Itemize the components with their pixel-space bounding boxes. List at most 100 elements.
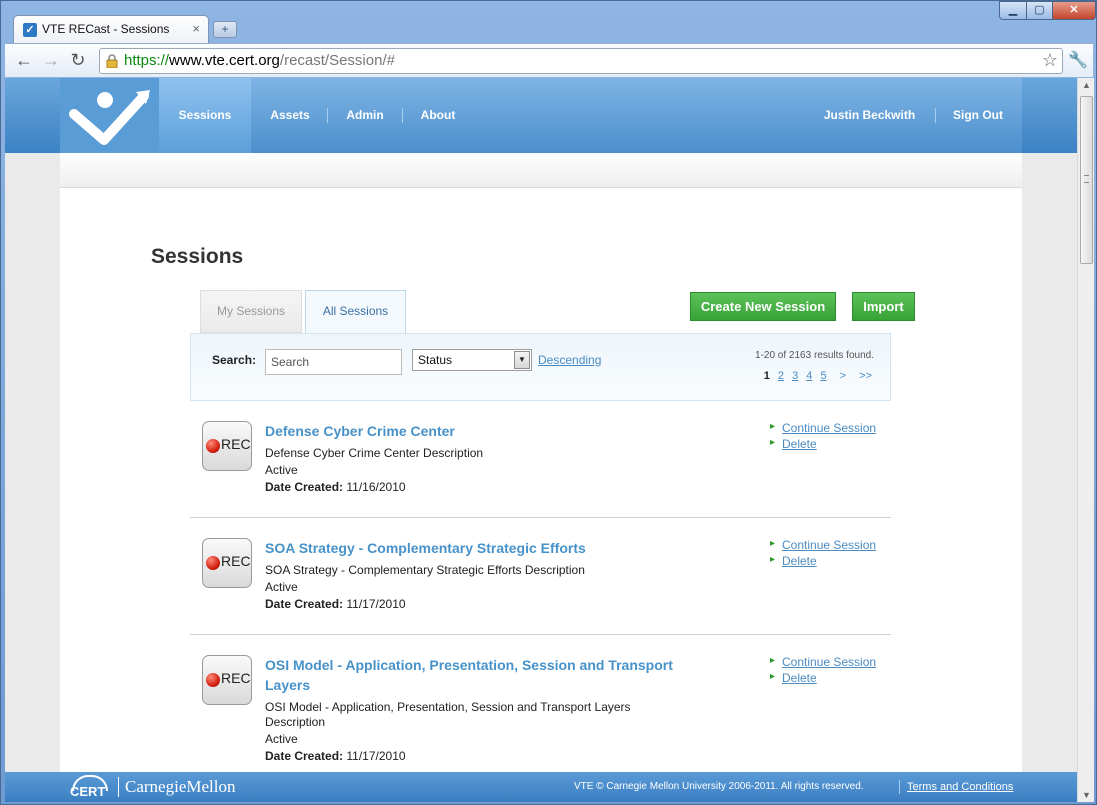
vte-logo-icon[interactable]: [60, 78, 159, 153]
grip-icon: [1084, 175, 1089, 183]
cmu-logo-text: CarnegieMellon: [118, 777, 235, 797]
session-item: REC SOA Strategy - Complementary Strateg…: [190, 518, 891, 635]
rec-label: REC: [221, 553, 251, 569]
continue-session-link[interactable]: Continue Session: [770, 538, 876, 552]
tab-close-icon[interactable]: ×: [192, 21, 200, 36]
new-tab-button[interactable]: +: [213, 21, 237, 38]
date-value: 11/16/2010: [346, 480, 406, 494]
page-link[interactable]: 5: [820, 370, 826, 382]
bookmark-star-icon[interactable]: ☆: [1042, 50, 1058, 71]
record-dot-icon: [206, 439, 220, 453]
tab-strip: ✓ VTE RECast - Sessions × + ▁ ▢ ✕: [1, 1, 1096, 43]
page-viewport: Sessions Assets Admin About Justin Beckw…: [5, 78, 1077, 802]
address-bar[interactable]: https://www.vte.cert.org/recast/Session/…: [99, 48, 1063, 74]
session-date: Date Created: 11/17/2010: [265, 596, 406, 613]
date-label: Date Created:: [265, 480, 344, 494]
date-value: 11/17/2010: [346, 597, 406, 611]
session-item: REC OSI Model - Application, Presentatio…: [190, 635, 891, 772]
user-name-link[interactable]: Justin Beckwith: [812, 78, 927, 153]
pagination: 1 2 3 4 5 > >>: [759, 370, 872, 382]
cert-logo-text: CERT: [70, 784, 106, 799]
search-input[interactable]: [265, 349, 402, 375]
search-label: Search:: [212, 353, 257, 367]
minimize-button[interactable]: ▁: [999, 1, 1027, 20]
nav-admin[interactable]: Admin: [335, 78, 395, 153]
tab-title: VTE RECast - Sessions: [42, 22, 170, 36]
footer-separator: [899, 780, 900, 794]
nav-separator: [935, 108, 936, 123]
session-status: Active: [265, 580, 298, 594]
delete-session-link[interactable]: Delete: [770, 554, 817, 568]
page-link[interactable]: 4: [806, 370, 812, 382]
session-date: Date Created: 11/16/2010: [265, 479, 406, 496]
date-label: Date Created:: [265, 749, 344, 763]
scroll-down-icon[interactable]: ▼: [1082, 790, 1091, 800]
close-window-button[interactable]: ✕: [1052, 1, 1096, 20]
delete-session-link[interactable]: Delete: [770, 437, 817, 451]
session-description: SOA Strategy - Complementary Strategic E…: [265, 563, 585, 577]
scroll-thumb[interactable]: [1080, 96, 1093, 264]
url-path: /recast/Session/#: [279, 52, 395, 69]
record-dot-icon: [206, 673, 220, 687]
forward-arrow-icon[interactable]: →: [40, 50, 62, 71]
url-host: www.vte.cert.org: [169, 52, 280, 69]
page-link[interactable]: 2: [778, 370, 784, 382]
url-scheme: https://: [124, 52, 170, 69]
nav-sessions[interactable]: Sessions: [159, 78, 251, 153]
browser-tab[interactable]: ✓ VTE RECast - Sessions ×: [13, 15, 209, 43]
continue-session-link[interactable]: Continue Session: [770, 421, 876, 435]
session-date: Date Created: 11/17/2010: [265, 748, 406, 765]
copyright-text: VTE © Carnegie Mellon University 2006-20…: [574, 781, 864, 792]
back-arrow-icon[interactable]: ←: [13, 50, 35, 71]
session-status: Active: [265, 463, 298, 477]
session-title-link[interactable]: OSI Model - Application, Presentation, S…: [265, 655, 673, 675]
date-value: 11/17/2010: [346, 749, 406, 763]
next-page-link[interactable]: >: [840, 370, 846, 382]
filter-bar: Search: Status ▼ Descending 1-20 of 2163…: [190, 333, 891, 401]
sign-out-link[interactable]: Sign Out: [943, 78, 1013, 153]
date-label: Date Created:: [265, 597, 344, 611]
rec-icon[interactable]: REC: [202, 655, 252, 705]
scroll-up-icon[interactable]: ▲: [1082, 80, 1091, 90]
page-link[interactable]: 3: [792, 370, 798, 382]
lock-icon: [106, 54, 118, 68]
session-status: Active: [265, 732, 298, 746]
results-count: 1-20 of 2163 results found.: [755, 350, 874, 361]
rec-icon[interactable]: REC: [202, 421, 252, 471]
create-new-session-button[interactable]: Create New Session: [690, 292, 836, 321]
footer-inner: CERT CarnegieMellon VTE © Carnegie Mello…: [60, 772, 1022, 802]
header-bar: Sessions Assets Admin About Justin Beckw…: [60, 78, 1022, 153]
session-item: REC Defense Cyber Crime Center Defense C…: [190, 401, 891, 518]
delete-session-link[interactable]: Delete: [770, 671, 817, 685]
chevron-down-icon[interactable]: ▼: [514, 351, 530, 369]
status-select[interactable]: Status ▼: [412, 349, 532, 371]
reload-icon[interactable]: ↻: [67, 50, 89, 71]
last-page-link[interactable]: >>: [859, 370, 872, 382]
tab-all-sessions[interactable]: All Sessions: [305, 290, 406, 334]
nav-about[interactable]: About: [410, 78, 466, 153]
terms-link[interactable]: Terms and Conditions: [907, 781, 1013, 793]
nav-separator: [402, 108, 403, 123]
wrench-icon[interactable]: 🔧: [1068, 50, 1088, 70]
import-button[interactable]: Import: [852, 292, 915, 321]
browser-toolbar: ← → ↻ https://www.vte.cert.org/recast/Se…: [5, 43, 1093, 77]
session-title-link-line2[interactable]: Layers: [265, 675, 310, 695]
main-content: Sessions My Sessions All Sessions Create…: [60, 188, 1022, 772]
rec-label: REC: [221, 436, 251, 452]
record-dot-icon: [206, 556, 220, 570]
browser-window: ✓ VTE RECast - Sessions × + ▁ ▢ ✕ ← → ↻ …: [0, 0, 1097, 805]
maximize-button[interactable]: ▢: [1026, 1, 1053, 20]
nav-assets[interactable]: Assets: [260, 78, 320, 153]
rec-label: REC: [221, 670, 251, 686]
session-description: Defense Cyber Crime Center Description: [265, 446, 484, 460]
favicon-check-icon: ✓: [23, 23, 37, 37]
vertical-scrollbar[interactable]: ▲ ▼: [1077, 78, 1094, 802]
tab-my-sessions[interactable]: My Sessions: [200, 290, 302, 333]
session-title-link[interactable]: SOA Strategy - Complementary Strategic E…: [265, 538, 586, 558]
sort-order-link[interactable]: Descending: [538, 353, 601, 367]
rec-icon[interactable]: REC: [202, 538, 252, 588]
session-title-link[interactable]: Defense Cyber Crime Center: [265, 421, 455, 441]
site-header: Sessions Assets Admin About Justin Beckw…: [5, 78, 1077, 153]
page-link-current[interactable]: 1: [764, 370, 770, 382]
continue-session-link[interactable]: Continue Session: [770, 655, 876, 669]
